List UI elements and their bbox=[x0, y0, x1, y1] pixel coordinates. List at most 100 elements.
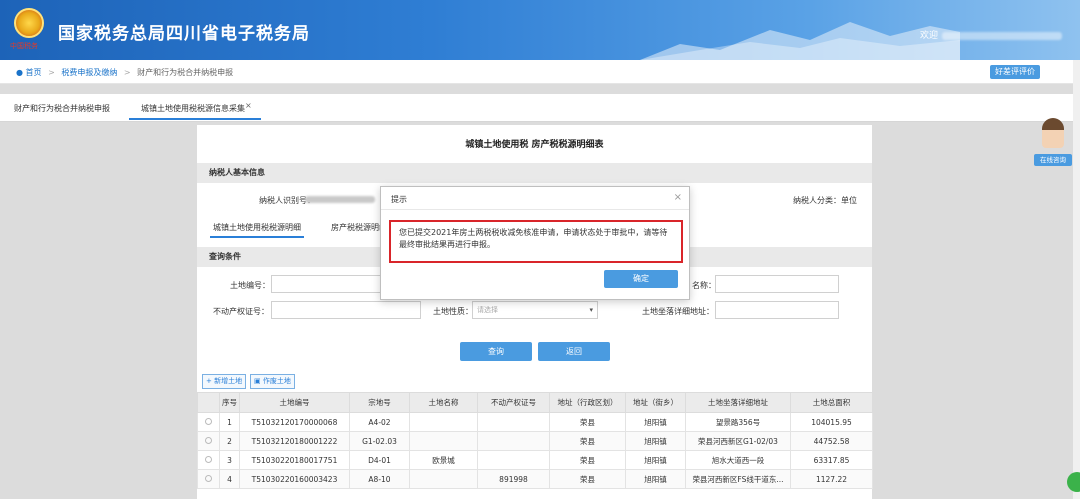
breadcrumb-separator: > bbox=[123, 68, 131, 77]
cell-parcel-no: D4-01 bbox=[349, 450, 410, 470]
tab-property-behavior-tax[interactable]: 财产和行为税合并纳税申报 bbox=[14, 103, 110, 114]
welcome-text: 欢迎 bbox=[920, 28, 1062, 41]
cert-no-input[interactable] bbox=[271, 301, 421, 319]
cell-area: 44752.58 bbox=[790, 431, 873, 451]
land-nature-select[interactable]: 请选择 ▾ bbox=[472, 301, 598, 319]
blurred-taxpayer-id bbox=[305, 196, 375, 203]
confirm-button[interactable]: 确定 bbox=[604, 270, 678, 288]
land-name-label: 名称： bbox=[692, 281, 716, 290]
row-radio[interactable] bbox=[197, 450, 220, 470]
blurred-username bbox=[942, 31, 1062, 40]
tax-emblem-icon bbox=[14, 8, 44, 38]
land-no-input[interactable] bbox=[271, 275, 381, 293]
cell-address: 荣县河西新区G1-02/03 bbox=[685, 431, 791, 451]
breadcrumb-home[interactable]: 首页 bbox=[26, 68, 42, 77]
add-land-button[interactable]: + 新增土地 bbox=[202, 374, 247, 389]
cell-district: 荣县 bbox=[549, 431, 626, 451]
page-scrollbar[interactable] bbox=[1073, 60, 1080, 499]
breadcrumb-current: 财产和行为税合并纳税申报 bbox=[137, 68, 234, 77]
panel-title: 城镇土地使用税 房产税税源明细表 bbox=[465, 140, 604, 150]
cell-land-no: T51030220160003423 bbox=[239, 469, 350, 489]
table-row[interactable]: 2 T51032120180001222 G1-02.03 荣县 旭阳镇 荣县河… bbox=[197, 431, 873, 451]
breadcrumb-tax-filing[interactable]: 税费申报及缴纳 bbox=[61, 68, 117, 77]
cell-cert-no bbox=[477, 431, 550, 451]
radio-icon[interactable] bbox=[205, 436, 212, 444]
cell-town: 旭阳镇 bbox=[625, 469, 686, 489]
col-header-index: 序号 bbox=[219, 392, 240, 413]
great-wall-illustration bbox=[640, 22, 960, 60]
radio-icon[interactable] bbox=[205, 417, 212, 425]
main-panel: 城镇土地使用税 房产税税源明细表 纳税人基本信息 纳税人识别号： 纳税人分类：单… bbox=[197, 125, 873, 499]
query-button[interactable]: 查询 bbox=[460, 342, 532, 361]
notice-dialog: 提示 × 您已提交2021年房土两税税收减免核准申请，申请状态处于审批中，请等待… bbox=[380, 186, 690, 300]
breadcrumb: ● 首页 > 税费申报及缴纳 > 财产和行为税合并纳税申报 bbox=[16, 67, 233, 78]
trash-icon: ▣ bbox=[254, 377, 263, 385]
address-input[interactable] bbox=[715, 301, 839, 319]
cell-cert-no: 891998 bbox=[477, 469, 550, 489]
cell-index: 2 bbox=[219, 431, 240, 451]
cell-land-name bbox=[409, 469, 478, 489]
col-header-area: 土地总面积 bbox=[790, 392, 873, 413]
table-row[interactable]: 4 T51030220160003423 A8-10 891998 荣县 旭阳镇… bbox=[197, 469, 873, 489]
site-header: 中国税务 国家税务总局四川省电子税务局 欢迎 bbox=[0, 0, 1080, 60]
cell-address: 旭水大道西一段 bbox=[685, 450, 791, 470]
cell-address: 望景路356号 bbox=[685, 412, 791, 432]
col-header-address: 土地坐落详细地址 bbox=[685, 392, 791, 413]
cell-cert-no bbox=[477, 412, 550, 432]
cell-index: 3 bbox=[219, 450, 240, 470]
cell-district: 荣县 bbox=[549, 469, 626, 489]
back-button[interactable]: 返回 bbox=[538, 342, 610, 361]
table-row[interactable]: 1 T51032120170000068 A4-02 荣县 旭阳镇 望景路356… bbox=[197, 412, 873, 432]
online-help-widget[interactable]: 在线咨询 bbox=[1034, 118, 1072, 168]
dialog-message: 您已提交2021年房土两税税收减免核准申请，申请状态处于审批中，请等待最终审批结… bbox=[389, 220, 683, 263]
land-nature-label: 土地性质： bbox=[433, 307, 473, 316]
emblem-caption: 中国税务 bbox=[10, 42, 38, 50]
subtab-property-tax[interactable]: 房产税税源明细 bbox=[331, 222, 387, 233]
col-header-town: 地址（街乡） bbox=[625, 392, 686, 413]
cell-town: 旭阳镇 bbox=[625, 431, 686, 451]
row-radio[interactable] bbox=[197, 412, 220, 432]
col-header-cert-no: 不动产权证号 bbox=[477, 392, 550, 413]
land-name-input[interactable] bbox=[715, 275, 839, 293]
customer-service-avatar-icon bbox=[1042, 118, 1064, 148]
row-radio[interactable] bbox=[197, 469, 220, 489]
cell-address: 荣县河西新区FS线干道东... bbox=[685, 469, 791, 489]
close-icon[interactable]: × bbox=[674, 192, 682, 203]
tab-land-use-tax-collection[interactable]: 城镇土地使用税税源信息采集 bbox=[129, 103, 261, 120]
chat-bubble-icon[interactable] bbox=[1067, 472, 1080, 492]
table-header-row: 序号 土地编号 宗地号 土地名称 不动产权证号 地址（行政区划） 地址（街乡） … bbox=[197, 392, 873, 413]
cell-land-name bbox=[409, 431, 478, 451]
void-land-button[interactable]: ▣ 作废土地 bbox=[250, 374, 295, 389]
radio-icon[interactable] bbox=[205, 474, 212, 482]
table-row[interactable]: 3 T51030220180017751 D4-01 欧景城 荣县 旭阳镇 旭水… bbox=[197, 450, 873, 470]
review-button[interactable]: 好差评评价 bbox=[990, 65, 1040, 79]
cell-district: 荣县 bbox=[549, 450, 626, 470]
welcome-label: 欢迎 bbox=[919, 31, 938, 41]
taxpayer-section-header: 纳税人基本信息 bbox=[197, 163, 872, 183]
address-label: 土地坐落详细地址： bbox=[642, 307, 714, 316]
cell-index: 1 bbox=[219, 412, 240, 432]
col-header-parcel-no: 宗地号 bbox=[349, 392, 410, 413]
land-nature-placeholder: 请选择 bbox=[477, 306, 498, 314]
cert-no-label: 不动产权证号： bbox=[213, 307, 269, 316]
cell-land-name: 欧景城 bbox=[409, 450, 478, 470]
dialog-divider bbox=[381, 209, 689, 210]
land-table: 序号 土地编号 宗地号 土地名称 不动产权证号 地址（行政区划） 地址（街乡） … bbox=[197, 392, 873, 489]
cell-land-no: T51032120170000068 bbox=[239, 412, 350, 432]
taxpayer-type-label: 纳税人分类：单位 bbox=[793, 196, 857, 205]
cell-index: 4 bbox=[219, 469, 240, 489]
cell-land-no: T51032120180001222 bbox=[239, 431, 350, 451]
cell-area: 1127.22 bbox=[790, 469, 873, 489]
dialog-title: 提示 bbox=[391, 195, 407, 204]
cell-parcel-no: A4-02 bbox=[349, 412, 410, 432]
subtab-land-use-tax[interactable]: 城镇土地使用税税源明细 bbox=[210, 222, 304, 238]
void-land-label: 作废土地 bbox=[262, 377, 291, 385]
col-header-select bbox=[197, 392, 220, 413]
cell-town: 旭阳镇 bbox=[625, 412, 686, 432]
row-radio[interactable] bbox=[197, 431, 220, 451]
col-header-land-name: 土地名称 bbox=[409, 392, 478, 413]
cell-parcel-no: A8-10 bbox=[349, 469, 410, 489]
radio-icon[interactable] bbox=[205, 455, 212, 463]
tab-close-icon[interactable]: × bbox=[245, 101, 252, 110]
cell-district: 荣县 bbox=[549, 412, 626, 432]
